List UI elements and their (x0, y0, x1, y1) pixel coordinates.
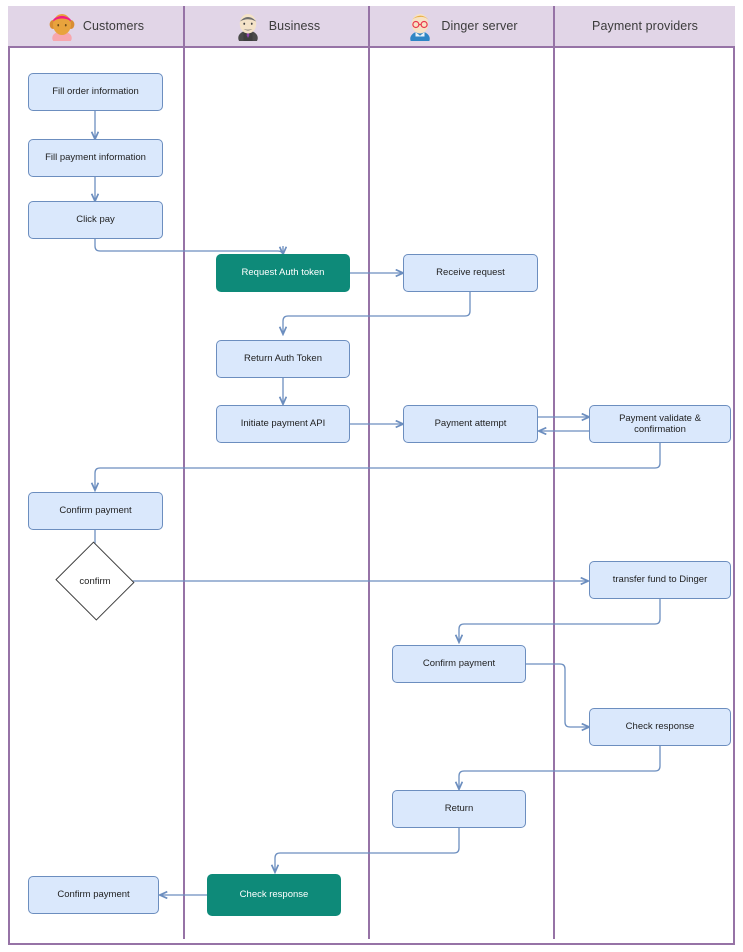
node-receive-request[interactable]: Receive request (403, 254, 538, 292)
node-label: Receive request (436, 267, 505, 279)
node-label: transfer fund to Dinger (612, 574, 708, 586)
lane-title: Business (268, 19, 321, 33)
lane-header-customers[interactable]: Customers (8, 6, 185, 48)
node-label: Check response (239, 889, 309, 901)
business-avatar-icon (237, 14, 258, 41)
customer-avatar-icon (49, 14, 75, 41)
node-initiate-payment-api[interactable]: Initiate payment API (216, 405, 350, 443)
node-label: confirm (79, 575, 111, 587)
node-confirm-payment-final[interactable]: Confirm payment (28, 876, 159, 914)
lane-title: Dinger server (441, 19, 518, 33)
node-transfer-fund-to-dinger[interactable]: transfer fund to Dinger (589, 561, 731, 599)
flowchart-canvas: Customers Business Dinger server Payment… (0, 0, 743, 952)
node-label: Request Auth token (241, 267, 325, 279)
node-label: Confirm payment (59, 505, 132, 517)
node-label: Fill order information (52, 86, 139, 98)
node-fill-payment-information[interactable]: Fill payment information (28, 139, 163, 177)
lane-title: Customers (82, 19, 145, 33)
lane-title: Payment providers (592, 19, 698, 33)
lane-header-dinger-server[interactable]: Dinger server (370, 6, 555, 48)
node-request-auth-token[interactable]: Request Auth token (216, 254, 350, 292)
lane-divider-3 (553, 48, 555, 939)
lane-header-payment-providers[interactable]: Payment providers (555, 6, 735, 48)
node-label: Return (444, 803, 474, 815)
node-payment-attempt[interactable]: Payment attempt (403, 405, 538, 443)
server-avatar-icon (410, 14, 431, 41)
node-return[interactable]: Return (392, 790, 526, 828)
node-label: Payment validate & confirmation (619, 412, 701, 435)
node-label: Initiate payment API (240, 418, 326, 430)
node-confirm-decision[interactable]: confirm (55, 541, 135, 621)
node-label: Fill payment information (45, 152, 146, 164)
node-check-response-business[interactable]: Check response (207, 874, 341, 916)
node-payment-validate-confirmation[interactable]: Payment validate & confirmation (589, 405, 731, 443)
node-return-auth-token[interactable]: Return Auth Token (216, 340, 350, 378)
lane-divider-2 (368, 48, 370, 939)
node-label: Confirm payment (57, 889, 130, 901)
node-label: Check response (625, 721, 695, 733)
node-label: Payment attempt (434, 418, 507, 430)
node-click-pay[interactable]: Click pay (28, 201, 163, 239)
lane-divider-1 (183, 48, 185, 939)
node-label: Click pay (76, 214, 115, 226)
node-check-response-provider[interactable]: Check response (589, 708, 731, 746)
node-fill-order-information[interactable]: Fill order information (28, 73, 163, 111)
node-confirm-payment-customer[interactable]: Confirm payment (28, 492, 163, 530)
node-label: Return Auth Token (244, 353, 322, 365)
node-label: Confirm payment (422, 658, 496, 670)
node-confirm-payment-dinger[interactable]: Confirm payment (392, 645, 526, 683)
lane-header-business[interactable]: Business (185, 6, 370, 48)
